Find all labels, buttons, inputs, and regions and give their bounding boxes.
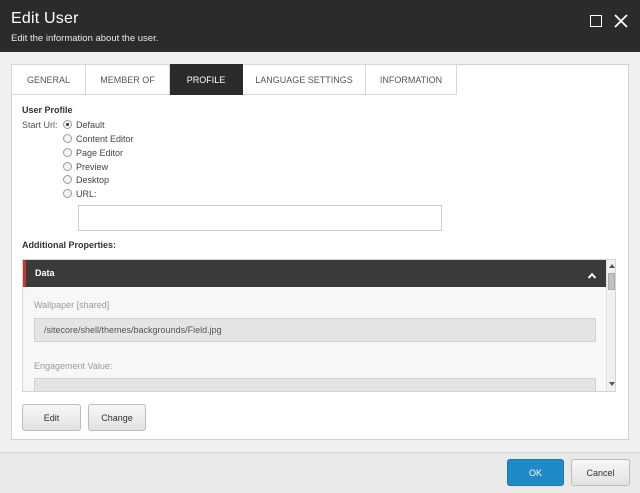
radio-button[interactable] xyxy=(63,175,72,184)
radio-button[interactable] xyxy=(63,134,72,143)
cancel-button[interactable]: Cancel xyxy=(571,459,630,486)
start-url-label: Start Url: xyxy=(22,120,58,130)
additional-properties-heading: Additional Properties: xyxy=(22,240,117,250)
tab-information[interactable]: INFORMATION xyxy=(366,64,457,95)
change-button[interactable]: Change xyxy=(88,404,146,431)
wallpaper-label: Wallpaper [shared] xyxy=(34,300,110,310)
radio-label: Default xyxy=(76,119,105,130)
tab-general[interactable]: GENERAL xyxy=(11,64,86,95)
close-icon[interactable] xyxy=(613,13,629,29)
scroll-up-arrow-icon[interactable] xyxy=(609,264,615,268)
data-section-title: Data xyxy=(35,268,55,278)
tab-language-settings[interactable]: LANGUAGE SETTINGS xyxy=(243,64,366,95)
radio-label: Desktop xyxy=(76,174,110,185)
edit-button[interactable]: Edit xyxy=(22,404,81,431)
radio-label: Content Editor xyxy=(76,133,134,144)
additional-properties-box: Data Wallpaper [shared] /sitecore/shell/… xyxy=(22,259,616,392)
radio-button[interactable] xyxy=(63,148,72,157)
wallpaper-field[interactable]: /sitecore/shell/themes/backgrounds/Field… xyxy=(34,318,596,342)
dialog-title: Edit User xyxy=(11,10,79,27)
radio-url[interactable]: URL: xyxy=(63,187,97,200)
radio-preview[interactable]: Preview xyxy=(63,160,108,173)
tab-profile[interactable]: PROFILE xyxy=(170,64,243,95)
radio-button[interactable] xyxy=(63,120,72,129)
engagement-value-field[interactable] xyxy=(34,378,596,391)
maximize-icon[interactable] xyxy=(589,13,605,29)
dialog-titlebar: Edit User Edit the information about the… xyxy=(0,0,640,52)
tab-member-of[interactable]: MEMBER OF xyxy=(86,64,170,95)
radio-label: Page Editor xyxy=(76,147,124,158)
radio-desktop[interactable]: Desktop xyxy=(63,173,109,186)
radio-default[interactable]: Default xyxy=(63,118,105,131)
tab-bar: GENERAL MEMBER OF PROFILE LANGUAGE SETTI… xyxy=(11,64,457,95)
engagement-value-label: Engagement Value: xyxy=(34,361,113,371)
url-input[interactable] xyxy=(78,205,442,231)
data-section-header[interactable]: Data xyxy=(23,260,606,287)
ok-button[interactable]: OK xyxy=(507,459,564,486)
vertical-scrollbar[interactable] xyxy=(606,260,615,391)
radio-button[interactable] xyxy=(63,162,72,171)
radio-page-editor[interactable]: Page Editor xyxy=(63,146,123,159)
chevron-up-icon[interactable] xyxy=(587,268,597,286)
user-profile-heading: User Profile xyxy=(22,105,73,115)
radio-label: URL: xyxy=(76,188,97,199)
scroll-thumb[interactable] xyxy=(608,273,615,290)
dialog-subtitle: Edit the information about the user. xyxy=(11,33,159,44)
radio-content-editor[interactable]: Content Editor xyxy=(63,132,134,145)
scroll-down-arrow-icon[interactable] xyxy=(609,382,615,386)
radio-label: Preview xyxy=(76,161,109,172)
radio-button[interactable] xyxy=(63,189,72,198)
